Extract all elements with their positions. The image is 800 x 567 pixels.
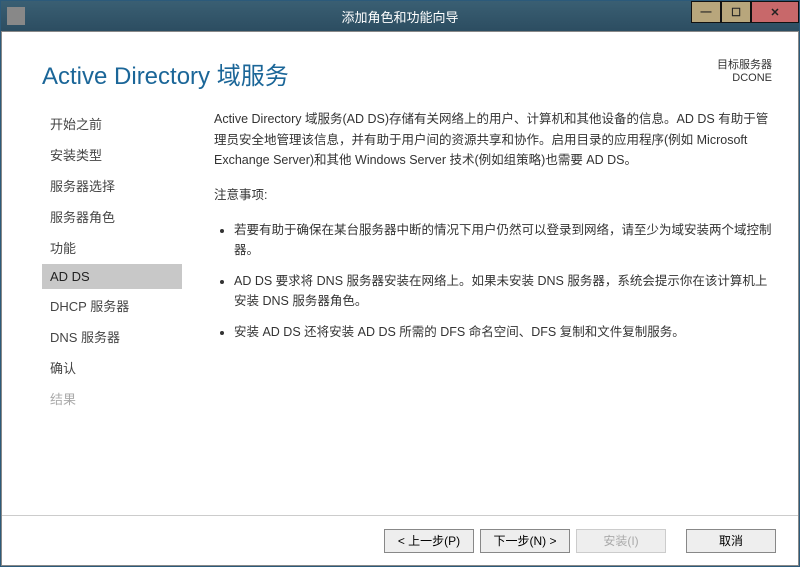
note-item: AD DS 要求将 DNS 服务器安装在网络上。如果未安装 DNS 服务器，系统… <box>234 271 774 312</box>
maximize-button[interactable]: ☐ <box>721 1 751 23</box>
next-button[interactable]: 下一步(N) > <box>480 529 570 553</box>
titlebar: 添加角色和功能向导 — ☐ ✕ <box>1 1 799 31</box>
previous-button[interactable]: < 上一步(P) <box>384 529 474 553</box>
close-button[interactable]: ✕ <box>751 1 799 23</box>
sidebar-item-dns[interactable]: DNS 服务器 <box>42 322 182 351</box>
note-item: 若要有助于确保在某台服务器中断的情况下用户仍然可以登录到网络，请至少为域安装两个… <box>234 220 774 261</box>
wizard-window: 添加角色和功能向导 — ☐ ✕ Active Directory 域服务 目标服… <box>0 0 800 567</box>
window-controls: — ☐ ✕ <box>691 1 799 23</box>
target-server: 目标服务器 DCONE <box>717 56 772 84</box>
sidebar-item-before-begin[interactable]: 开始之前 <box>42 109 182 138</box>
sidebar-item-features[interactable]: 功能 <box>42 233 182 262</box>
header-area: Active Directory 域服务 目标服务器 DCONE <box>2 32 798 101</box>
minimize-button[interactable]: — <box>691 1 721 23</box>
sidebar-item-server-select[interactable]: 服务器选择 <box>42 171 182 200</box>
page-title: Active Directory 域服务 <box>42 56 778 91</box>
sidebar-item-results: 结果 <box>42 384 182 413</box>
sidebar-item-install-type[interactable]: 安装类型 <box>42 140 182 169</box>
note-item: 安装 AD DS 还将安装 AD DS 所需的 DFS 命名空间、DFS 复制和… <box>234 322 774 343</box>
intro-text: Active Directory 域服务(AD DS)存储有关网络上的用户、计算… <box>214 109 774 171</box>
footer: < 上一步(P) 下一步(N) > 安装(I) 取消 <box>2 515 798 565</box>
install-button: 安装(I) <box>576 529 666 553</box>
sidebar: 开始之前 安装类型 服务器选择 服务器角色 功能 AD DS DHCP 服务器 … <box>42 101 182 415</box>
cancel-button[interactable]: 取消 <box>686 529 776 553</box>
target-server-value: DCONE <box>717 72 772 84</box>
notes-list: 若要有助于确保在某台服务器中断的情况下用户仍然可以登录到网络，请至少为域安装两个… <box>214 220 774 343</box>
sidebar-item-server-roles[interactable]: 服务器角色 <box>42 202 182 231</box>
target-server-label: 目标服务器 <box>717 56 772 72</box>
content-area: Active Directory 域服务 目标服务器 DCONE 开始之前 安装… <box>1 31 799 566</box>
sidebar-item-dhcp[interactable]: DHCP 服务器 <box>42 291 182 320</box>
window-title: 添加角色和功能向导 <box>341 7 458 26</box>
body-area: 开始之前 安装类型 服务器选择 服务器角色 功能 AD DS DHCP 服务器 … <box>2 101 798 415</box>
app-icon <box>7 7 25 25</box>
sidebar-item-confirm[interactable]: 确认 <box>42 353 182 382</box>
main-content: Active Directory 域服务(AD DS)存储有关网络上的用户、计算… <box>182 101 774 415</box>
sidebar-item-ad-ds[interactable]: AD DS <box>42 264 182 289</box>
notes-title: 注意事项: <box>214 185 774 206</box>
